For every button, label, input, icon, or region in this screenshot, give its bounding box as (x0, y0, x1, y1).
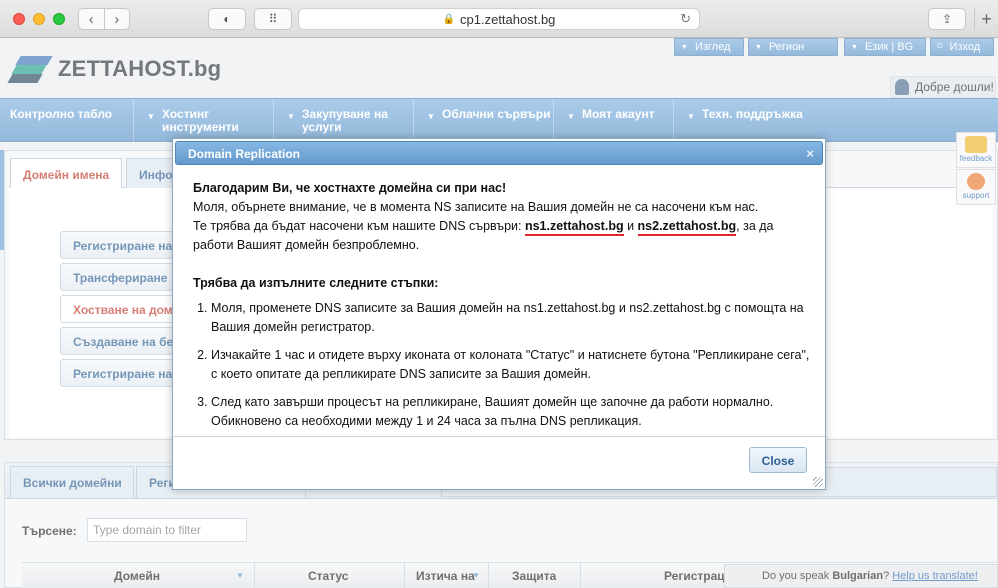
maximize-window-button[interactable] (53, 13, 65, 25)
reload-icon[interactable]: ↻ (680, 11, 691, 27)
domain-replication-dialog: Domain Replication × Благодарим Ви, че х… (172, 138, 826, 490)
ns1-hostname: ns1.zettahost.bg (524, 219, 624, 236)
ns-text-before: Те трябва да бъдат насочени към нашите D… (193, 219, 525, 233)
lock-icon: 🔒 (442, 13, 456, 25)
ns-and: и (623, 219, 638, 233)
dialog-body: Благодарим Ви, че хостнахте домейна си п… (193, 179, 813, 440)
forward-button[interactable]: › (105, 9, 130, 29)
shield-half-icon: ◐ (223, 12, 231, 26)
dialog-titlebar[interactable]: Domain Replication × (175, 141, 823, 165)
browser-toolbar: ‹ › ◐ ⠿ 🔒 cp1.zettahost.bg ↻ ⇪ + (0, 0, 998, 38)
plus-icon: + (981, 8, 992, 29)
url-text: cp1.zettahost.bg (460, 11, 556, 27)
sidebar-toggle-button[interactable]: ◐ (208, 8, 246, 30)
dialog-title: Domain Replication (188, 147, 301, 161)
step-item: Изчакайте 1 час и отидете върху иконата … (211, 346, 813, 384)
chevron-left-icon: ‹ (88, 10, 94, 28)
grid-icon: ⠿ (268, 12, 278, 26)
share-button[interactable]: ⇪ (928, 8, 966, 30)
chevron-right-icon: › (114, 10, 120, 28)
close-button[interactable]: Close (749, 447, 807, 473)
step-item: Моля, променете DNS записите за Вашия до… (211, 299, 813, 337)
close-window-button[interactable] (13, 13, 25, 25)
address-bar[interactable]: 🔒 cp1.zettahost.bg ↻ (298, 8, 700, 30)
ns2-hostname: ns2.zettahost.bg (637, 219, 737, 236)
dialog-ns-instructions: Те трябва да бъдат насочени към нашите D… (193, 217, 813, 255)
dialog-footer (173, 436, 825, 489)
back-button[interactable]: ‹ (79, 9, 105, 29)
dialog-notice: Моля, обърнете внимание, че в момента NS… (193, 200, 759, 214)
history-nav: ‹ › (78, 8, 130, 30)
steps-title: Трябва да изпълните следните стъпки: (193, 276, 439, 290)
minimize-window-button[interactable] (33, 13, 45, 25)
dialog-intro: Благодарим Ви, че хостнахте домейна си п… (193, 181, 507, 195)
step-item: След като завърши процесът на репликиран… (211, 393, 813, 431)
close-icon[interactable]: × (806, 146, 814, 161)
steps-list: Моля, променете DNS записите за Вашия до… (193, 299, 813, 431)
share-icon: ⇪ (941, 12, 953, 26)
resize-grip-icon[interactable] (813, 477, 823, 487)
new-tab-button[interactable]: + (974, 8, 998, 30)
tab-overview-button[interactable]: ⠿ (254, 8, 292, 30)
